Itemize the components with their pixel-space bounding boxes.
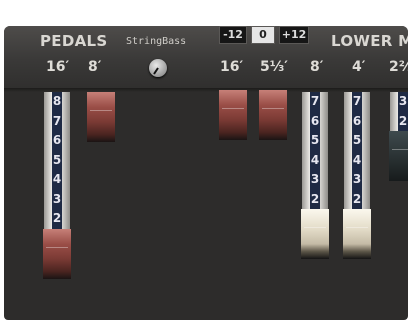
drawbar-header: PEDALS StringBass -12 0 +12 LOWER M 16′ … [4, 26, 408, 88]
transpose-minus-12-button[interactable]: -12 [219, 26, 247, 44]
drawbar-step-number: 3 [52, 191, 62, 206]
drawbar-step-number: 6 [352, 113, 362, 128]
drawbar-step-number: 5 [52, 152, 62, 167]
footage-pedal-16: 16′ [46, 59, 70, 75]
drawbar-step-number: 5 [310, 133, 320, 147]
organ-drawbar-panel: PEDALS StringBass -12 0 +12 LOWER M 16′ … [4, 26, 408, 320]
drawbar-step-number: 3 [398, 94, 408, 108]
knob-pointer-icon [153, 67, 159, 75]
footage-lower-5-1-3: 5⅓′ [260, 59, 288, 75]
drawbar-step-number: 3 [352, 172, 362, 186]
drawbar-step-number: 4 [352, 152, 362, 167]
drawbar-lower-8[interactable] [301, 209, 329, 259]
drawbar-step-number: 7 [52, 113, 62, 128]
drawbar-step-number: 5 [352, 133, 362, 147]
footage-lower-4: 4′ [352, 59, 366, 75]
stringbass-knob[interactable] [149, 59, 167, 77]
footage-lower-16: 16′ [220, 59, 244, 75]
drawbar-pedal-8[interactable] [87, 92, 115, 142]
lower-manual-section-label: LOWER M [331, 32, 408, 50]
drawbar-step-number: 2 [398, 113, 408, 128]
pedals-section-label: PEDALS [40, 32, 108, 50]
drawbar-lower-2-2-3[interactable] [389, 131, 408, 181]
drawbar-step-number: 4 [310, 152, 320, 167]
drawbar-step-number: 6 [52, 133, 62, 147]
drawbar-step-number: 4 [52, 172, 62, 186]
drawbar-lower-4[interactable] [343, 209, 371, 259]
drawbar-step-number: 8 [52, 94, 62, 108]
drawbar-step-number: 7 [352, 94, 362, 108]
drawbar-shaft-pedal-16: 87654321 [44, 92, 70, 248]
stringbass-label: StringBass [126, 36, 187, 47]
drawbar-step-number: 6 [310, 113, 320, 128]
transpose-plus-12-button[interactable]: +12 [279, 26, 309, 44]
drawbar-step-number: 7 [310, 94, 320, 108]
drawbar-step-number: 2 [52, 211, 62, 225]
drawbar-step-number: 2 [310, 191, 320, 206]
drawbar-lower-16[interactable] [219, 90, 247, 140]
drawbar-step-number: 3 [310, 172, 320, 186]
footage-lower-8: 8′ [310, 59, 324, 75]
drawbar-step-number: 2 [352, 191, 362, 206]
transpose-zero-button[interactable]: 0 [251, 26, 275, 44]
footage-pedal-8: 8′ [88, 59, 102, 75]
drawbar-lower-5-1-3[interactable] [259, 90, 287, 140]
footage-lower-2-2-3: 2⅔′ [389, 59, 408, 75]
drawbar-pedal-16[interactable] [43, 228, 71, 279]
